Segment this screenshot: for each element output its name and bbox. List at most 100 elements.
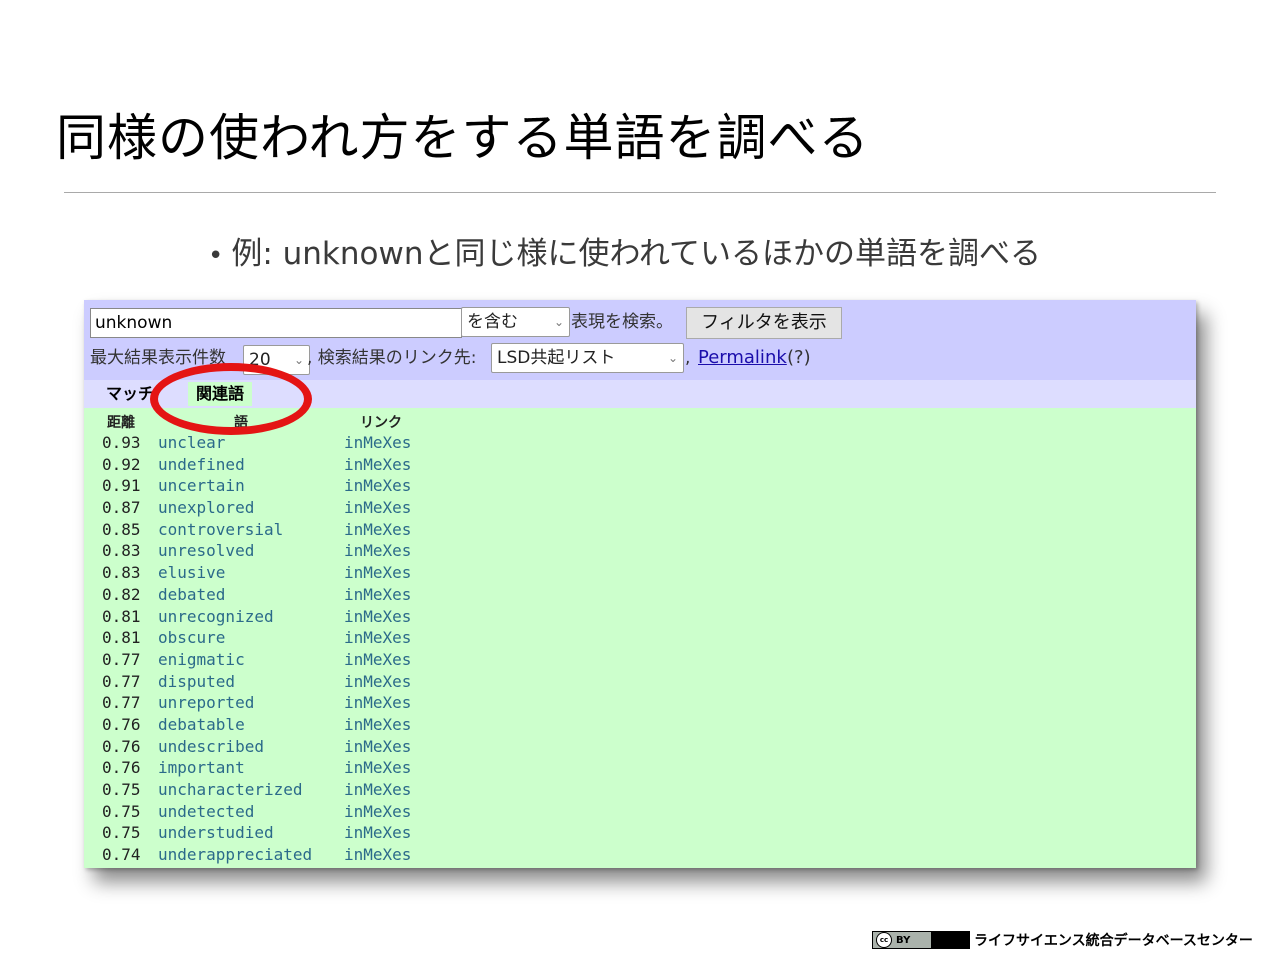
header-distance: 距離 (107, 415, 135, 431)
word-link[interactable]: understudied (158, 822, 274, 844)
table-row: 0.82 debated inMeXes (84, 584, 1196, 606)
score-cell: 0.81 (102, 606, 141, 626)
inmexes-link[interactable]: inMeXes (344, 519, 411, 541)
header-link: リンク (360, 415, 402, 431)
inmexes-link[interactable]: inMeXes (344, 692, 411, 714)
inmexes-link[interactable]: inMeXes (344, 540, 411, 562)
match-mode-value: を含む (467, 312, 518, 332)
word-link[interactable]: debatable (158, 714, 245, 736)
table-row: 0.76 important inMeXes (84, 757, 1196, 779)
slide-title: 同様の使われ方をする単語を調べる (56, 109, 870, 167)
cc-license-label: BY (896, 934, 911, 946)
bullet-text: 例: unknownと同じ様に使われているほかの単語を調べる (231, 236, 1042, 272)
inmexes-link[interactable]: inMeXes (344, 627, 411, 649)
table-row: 0.83 elusive inMeXes (84, 562, 1196, 584)
inmexes-link[interactable]: inMeXes (344, 671, 411, 693)
word-link[interactable]: undefined (158, 454, 245, 476)
table-row: 0.91 uncertain inMeXes (84, 475, 1196, 497)
table-row: 0.76 debatable inMeXes (84, 714, 1196, 736)
word-link[interactable]: unexplored (158, 497, 254, 519)
organization-name: ライフサイエンス統合データベースセンター (974, 933, 1253, 949)
cc-license-badge: cc BY (872, 931, 970, 949)
table-row: 0.87 unexplored inMeXes (84, 497, 1196, 519)
link-target-select[interactable]: LSD共起リスト ⌄ (491, 343, 684, 373)
score-cell: 0.75 (102, 780, 141, 799)
inmexes-link[interactable]: inMeXes (344, 736, 411, 758)
table-row: 0.74 underappreciated inMeXes (84, 844, 1196, 866)
cc-icon: cc (876, 932, 892, 948)
inmexes-link[interactable]: inMeXes (344, 562, 411, 584)
score-cell: 0.93 (102, 433, 141, 452)
show-filter-button[interactable]: フィルタを表示 (686, 307, 842, 339)
footer: cc BY ライフサイエンス統合データベースセンター (872, 929, 1253, 951)
link-target-label: , 検索結果のリンク先: (307, 348, 477, 368)
inmexes-link[interactable]: inMeXes (344, 649, 411, 671)
score-cell: 0.76 (102, 736, 141, 756)
word-link[interactable]: undetected (158, 801, 254, 823)
word-link[interactable]: enigmatic (158, 649, 245, 671)
score-cell: 0.91 (102, 476, 141, 496)
inmexes-link[interactable]: inMeXes (344, 584, 411, 606)
word-link[interactable]: unclear (158, 432, 225, 454)
chevron-down-icon: ⌄ (667, 351, 678, 365)
inmexes-link[interactable]: inMeXes (344, 497, 411, 519)
word-link[interactable]: obscure (158, 627, 225, 649)
comma-separator: , (685, 348, 691, 368)
inmexes-link[interactable]: inMeXes (344, 454, 411, 476)
word-link[interactable]: controversial (158, 519, 283, 541)
table-row: 0.92 undefined inMeXes (84, 454, 1196, 476)
word-link[interactable]: disputed (158, 671, 235, 693)
match-mode-select[interactable]: を含む ⌄ (461, 307, 570, 337)
bullet-item: • 例: unknownと同じ様に使われているほかの単語を調べる (208, 228, 1041, 273)
score-cell: 0.75 (102, 823, 141, 843)
word-link[interactable]: undescribed (158, 736, 264, 758)
chevron-down-icon: ⌄ (293, 353, 304, 367)
inmexes-link[interactable]: inMeXes (344, 714, 411, 736)
score-cell: 0.81 (102, 628, 141, 648)
score-cell: 0.83 (102, 541, 141, 561)
table-row: 0.75 undetected inMeXes (84, 801, 1196, 823)
inmexes-link[interactable]: inMeXes (344, 844, 411, 866)
word-link[interactable]: uncharacterized (158, 779, 303, 801)
inmexes-link[interactable]: inMeXes (344, 822, 411, 844)
inmexes-link[interactable]: inMeXes (344, 475, 411, 497)
word-link[interactable]: unrecognized (158, 606, 274, 628)
permalink-link[interactable]: Permalink (698, 344, 787, 372)
word-link[interactable]: important (158, 757, 245, 779)
word-link[interactable]: unresolved (158, 540, 254, 562)
chevron-down-icon: ⌄ (553, 315, 564, 329)
word-link[interactable]: debated (158, 584, 225, 606)
table-row: 0.93 unclear inMeXes (84, 432, 1196, 454)
inmexes-link[interactable]: inMeXes (344, 432, 411, 454)
search-input[interactable]: unknown (90, 308, 462, 338)
inmexes-link[interactable]: inMeXes (344, 757, 411, 779)
word-link[interactable]: elusive (158, 562, 225, 584)
title-divider (64, 192, 1216, 193)
inmexes-link[interactable]: inMeXes (344, 801, 411, 823)
table-row: 0.77 disputed inMeXes (84, 671, 1196, 693)
help-link[interactable]: (?) (787, 344, 811, 372)
table-row: 0.85 controversial inMeXes (84, 519, 1196, 541)
table-row: 0.77 unreported inMeXes (84, 692, 1196, 714)
score-cell: 0.82 (102, 584, 141, 604)
word-link[interactable]: unreported (158, 692, 254, 714)
score-cell: 0.75 (102, 801, 141, 821)
word-link[interactable]: underappreciated (158, 844, 312, 866)
table-row: 0.75 understudied inMeXes (84, 822, 1196, 844)
link-target-value: LSD共起リスト (497, 348, 616, 368)
table-row: 0.83 unresolved inMeXes (84, 540, 1196, 562)
table-row: 0.81 obscure inMeXes (84, 627, 1196, 649)
score-cell: 0.85 (102, 519, 141, 539)
word-link[interactable]: uncertain (158, 475, 245, 497)
table-row: 0.77 enigmatic inMeXes (84, 649, 1196, 671)
table-row: 0.75 uncharacterized inMeXes (84, 779, 1196, 801)
score-cell: 0.77 (102, 671, 141, 691)
score-cell: 0.87 (102, 498, 141, 518)
table-row: 0.76 undescribed inMeXes (84, 736, 1196, 758)
score-cell: 0.74 (102, 845, 141, 865)
table-row: 0.81 unrecognized inMeXes (84, 606, 1196, 628)
inmexes-link[interactable]: inMeXes (344, 779, 411, 801)
score-cell: 0.77 (102, 649, 141, 669)
inmexes-link[interactable]: inMeXes (344, 606, 411, 628)
highlight-ring (150, 363, 312, 435)
